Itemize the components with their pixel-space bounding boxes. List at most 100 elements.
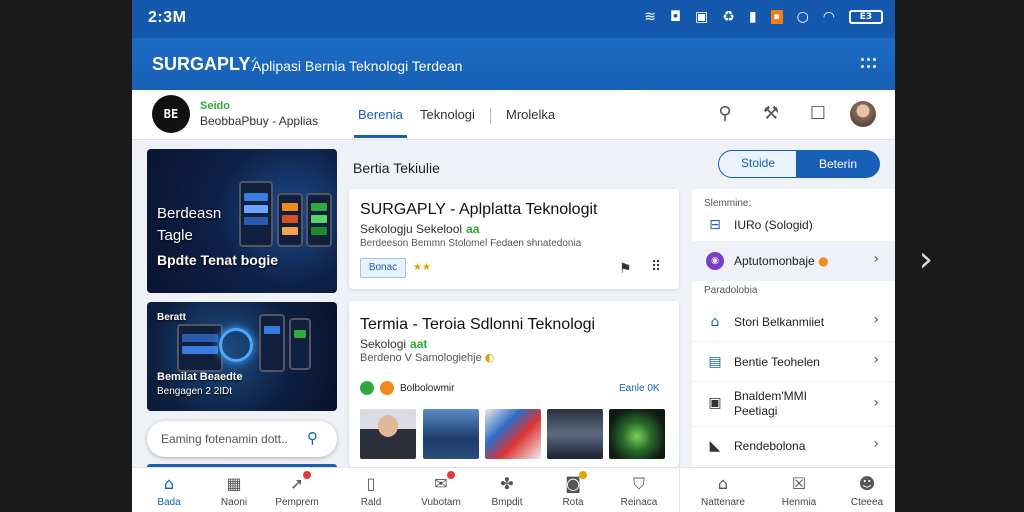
thumbnail-devices[interactable] bbox=[485, 409, 541, 459]
featured-label: Beratt bbox=[157, 312, 186, 323]
inbox-icon: ☒ bbox=[791, 474, 807, 493]
bottom-nav-cteeea[interactable]: ☻ Cteeea bbox=[837, 474, 895, 512]
nav-divider bbox=[490, 108, 491, 124]
notification-icon: ▪ bbox=[770, 10, 783, 24]
phone-illustration bbox=[306, 193, 332, 247]
rating-stars: ★★ bbox=[413, 262, 431, 273]
source-icon bbox=[380, 381, 394, 395]
source-icon bbox=[360, 381, 374, 395]
card-meta: Sekologi aat bbox=[360, 337, 428, 351]
toggle-option-2[interactable]: Beterin bbox=[796, 150, 880, 178]
phone-illustration bbox=[289, 318, 311, 370]
bookmark-icon[interactable]: ⚑ bbox=[619, 261, 632, 277]
app-icon: ◘ bbox=[669, 9, 682, 25]
house-outline-icon: ⌂ bbox=[717, 474, 729, 493]
toggle-option-1[interactable]: Stoide bbox=[718, 150, 798, 178]
bottom-nav-vubotam[interactable]: ✉ Vubotam bbox=[411, 471, 471, 512]
side-menu: Slemmine: ⊟ IURo (Sologid) ◉ Aptutomonba… bbox=[692, 189, 895, 467]
featured-card-2[interactable]: Beratt Bemilat Beaedte Bengagen 2 2IDt bbox=[147, 302, 337, 411]
thumbnail-hardware[interactable] bbox=[547, 409, 603, 459]
chat-icon: ◙ bbox=[563, 471, 587, 494]
signal-waves-icon: ≋ bbox=[644, 9, 656, 25]
chevron-right-icon: › bbox=[873, 395, 879, 411]
source-link[interactable]: Eanle 0K bbox=[619, 383, 660, 394]
search-icon[interactable]: ⚲ bbox=[307, 429, 325, 447]
tools-icon[interactable]: ⚒ bbox=[760, 103, 782, 125]
menu-item[interactable]: ▤ Bentie Teohelen › bbox=[692, 342, 895, 382]
send-icon: ➚ bbox=[287, 471, 311, 494]
app-badge-icon: ◉ bbox=[706, 252, 724, 270]
chevron-right-icon: › bbox=[873, 312, 879, 328]
tag-icon: ◣ bbox=[709, 438, 721, 454]
shield-icon: ⛉ bbox=[632, 474, 645, 493]
message-icon[interactable]: ☐ bbox=[807, 103, 829, 125]
camera-icon: ▣ bbox=[695, 9, 709, 25]
card-tag[interactable]: Bonac bbox=[360, 258, 406, 278]
bottom-nav-naoni[interactable]: ▦ Naoni bbox=[204, 474, 264, 512]
bottom-nav-rald[interactable]: ▯ Rald bbox=[341, 474, 401, 512]
building-icon: ⌂ bbox=[710, 314, 720, 330]
search-icon[interactable]: ⚲ bbox=[714, 103, 736, 125]
search-bar[interactable]: Eaming fotenamin dott.. ⚲ bbox=[147, 421, 337, 457]
grid-menu-icon[interactable] bbox=[861, 58, 877, 70]
mail-icon: ✉ bbox=[431, 471, 455, 494]
card-title: SURGAPLY - Aplplatta Teknologit bbox=[360, 201, 598, 218]
menu-item[interactable]: ⊟ IURo (Sologid) bbox=[692, 205, 895, 245]
calendar-icon: ▤ bbox=[708, 354, 722, 370]
lock-icon: ⊟ bbox=[709, 217, 721, 233]
tablet-icon: ▯ bbox=[366, 474, 376, 493]
bottom-nav-henmia[interactable]: ☒ Henmia bbox=[769, 474, 829, 512]
bottom-nav-rota[interactable]: ◙ Rota bbox=[543, 471, 603, 512]
thumbnail-person[interactable] bbox=[360, 409, 416, 459]
app-brand: SURGAPLY✓ bbox=[152, 54, 258, 74]
menu-item-highlight[interactable]: ◉ Aptutomonbaje ● › bbox=[692, 241, 895, 281]
nav-brand-line1: Seido bbox=[200, 100, 230, 112]
card-title: Termia - Teroia Sdlonni Teknologi bbox=[360, 316, 596, 333]
phone-screen: 2:3M ≋ ◘ ▣ ♻ ▮ ▪ ○ ◠ E3 SURGAPLY✓ Aplipa… bbox=[132, 0, 895, 512]
section-title: Bertia Tekiulie bbox=[353, 160, 440, 176]
tab-berenia[interactable]: Berenia bbox=[354, 107, 407, 138]
chevron-right-icon[interactable]: › bbox=[912, 240, 940, 280]
home-icon: ⌂ bbox=[163, 474, 175, 493]
featured-subtitle: Bpdte Tenat bogie bbox=[157, 252, 279, 268]
bottom-nav-nattenare[interactable]: ⌂ Nattenare bbox=[693, 474, 753, 512]
status-bar: 2:3M ≋ ◘ ▣ ♻ ▮ ▪ ○ ◠ E3 bbox=[132, 0, 895, 38]
tab-mrolelka[interactable]: Mrolelka bbox=[506, 107, 555, 122]
chevron-right-icon: › bbox=[873, 251, 879, 267]
phone-illustration bbox=[259, 314, 285, 372]
phone-illustration bbox=[277, 193, 303, 247]
battery-icon: E3 bbox=[849, 10, 883, 24]
menu-item[interactable]: ◣ Rendebolona › bbox=[692, 426, 895, 466]
news-icon: ▦ bbox=[226, 474, 242, 493]
bottom-nav-pemprem[interactable]: ➚ Pemprem bbox=[267, 471, 327, 512]
site-logo[interactable]: BE bbox=[152, 95, 190, 133]
more-icon[interactable]: ⠿ bbox=[651, 259, 661, 275]
thumbnail-tech[interactable] bbox=[609, 409, 665, 459]
view-toggle: Stoide Beterin bbox=[718, 150, 880, 178]
avatar[interactable] bbox=[850, 101, 876, 127]
bottom-nav-divider bbox=[679, 468, 680, 512]
featured-caption: Bengagen 2 2IDt bbox=[157, 386, 233, 397]
tab-teknologi[interactable]: Teknologi bbox=[420, 107, 475, 122]
featured-subtitle: Bemilat Beaedte bbox=[157, 371, 243, 383]
bottom-nav-reinaca[interactable]: ⛉ Reinaca bbox=[609, 474, 669, 512]
featured-title: Berdeasn Tagle bbox=[157, 205, 222, 244]
card-source: Bolbolowmir bbox=[360, 381, 454, 395]
wifi-icon: ◠ bbox=[822, 9, 835, 25]
bottom-nav-bada[interactable]: ⌂ Bada bbox=[139, 474, 199, 512]
bottom-nav-bmpdit[interactable]: ✤ Bmpdit bbox=[477, 474, 537, 512]
news-card[interactable]: SURGAPLY - Aplplatta Teknologit Sekologj… bbox=[349, 189, 679, 289]
monitor-illustration bbox=[177, 324, 223, 372]
status-time: 2:3M bbox=[148, 9, 187, 26]
chevron-right-icon: › bbox=[873, 436, 879, 452]
featured-card-1[interactable]: Berdeasn Tagle Bpdte Tenat bogie bbox=[147, 149, 337, 293]
menu-item[interactable]: ▣ Bnaldem'MMI Peetiagi › bbox=[692, 383, 895, 427]
thumbnail-city[interactable] bbox=[423, 409, 479, 459]
puzzle-icon: ✤ bbox=[500, 474, 514, 493]
app-bar: SURGAPLY✓ Aplipasi Bernia Teknologi Terd… bbox=[132, 38, 895, 90]
nav-brand-line2: BeobbaPbuy - Applias bbox=[200, 114, 319, 128]
news-card[interactable]: Termia - Teroia Sdlonni Teknologi Sekolo… bbox=[349, 301, 679, 467]
card-description: Berdeeson Bemmn Stolomel Fedaen shnatedo… bbox=[360, 238, 582, 249]
search-input[interactable]: Eaming fotenamin dott.. bbox=[161, 432, 288, 446]
menu-item[interactable]: ⌂ Stori Belkanmiiet › bbox=[692, 302, 895, 342]
